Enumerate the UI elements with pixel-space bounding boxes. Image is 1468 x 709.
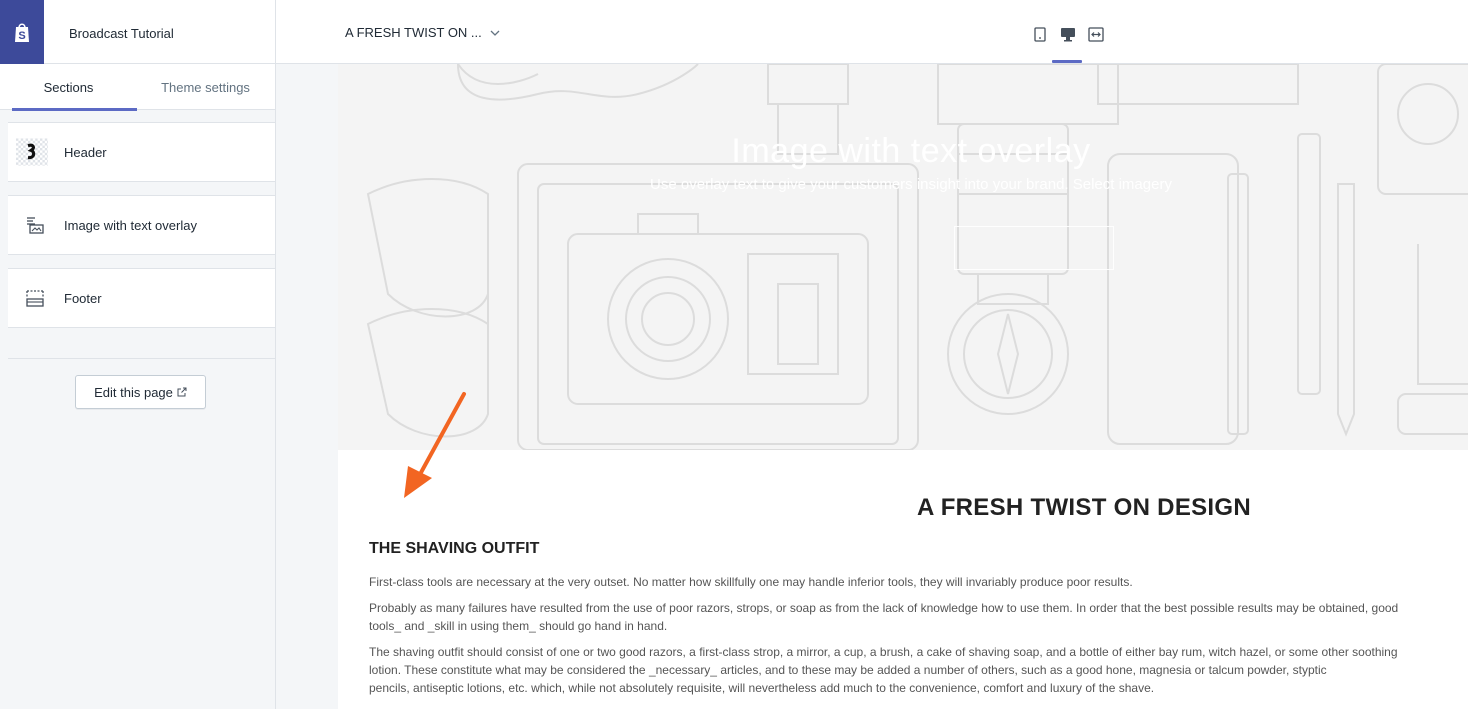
- mobile-view-button[interactable]: [1032, 26, 1048, 42]
- section-item-footer[interactable]: Footer: [8, 268, 275, 328]
- hero-subtitle: Use overlay text to give your customers …: [650, 176, 1172, 193]
- fullscreen-icon: [1088, 26, 1104, 42]
- section-item-label: Image with text overlay: [64, 217, 197, 233]
- tab-theme-settings[interactable]: Theme settings: [137, 64, 274, 110]
- preview-frame: Image with text overlay Use overlay text…: [338, 64, 1468, 709]
- tab-sections-label: Sections: [43, 79, 94, 95]
- paragraph-line: lotion. These constitute what may be con…: [369, 663, 1327, 677]
- paragraph-line: First-class tools are necessary at the v…: [369, 575, 1133, 589]
- active-view-indicator: [1052, 60, 1082, 63]
- image-text-icon: [22, 212, 48, 238]
- tab-theme-settings-label: Theme settings: [161, 79, 250, 95]
- section-item-image-with-text-overlay[interactable]: Image with text overlay: [8, 195, 275, 255]
- external-link-icon: [177, 387, 187, 397]
- divider: [8, 358, 275, 359]
- desktop-icon: [1061, 27, 1075, 41]
- edit-page-button-label: Edit this page: [94, 384, 173, 400]
- hero-button[interactable]: [954, 226, 1114, 270]
- sidebar: Sections Theme settings Header Image wit…: [0, 64, 276, 709]
- hero-title: Image with text overlay: [731, 132, 1091, 170]
- desktop-view-button[interactable]: [1060, 26, 1076, 42]
- paragraph-line: pencils, antiseptic lotions, etc. which,…: [369, 681, 1155, 695]
- paragraph-line: tools_ and _skill in using them_ should …: [369, 619, 668, 633]
- paragraph-line: The shaving outfit should consist of one…: [369, 645, 1398, 659]
- store-name: Broadcast Tutorial: [69, 26, 174, 41]
- header-thumbnail-icon: [16, 138, 48, 166]
- annotation-arrow-icon: [404, 392, 466, 498]
- hero-image-with-text-overlay[interactable]: Image with text overlay Use overlay text…: [338, 64, 1468, 450]
- chevron-down-icon: [490, 30, 500, 36]
- content-subtitle: THE SHAVING OUTFIT: [369, 540, 540, 557]
- paragraph: Probably as many failures have resulted …: [369, 599, 1468, 635]
- mobile-icon: [1034, 26, 1046, 42]
- paragraph: First-class tools are necessary at the v…: [369, 573, 1468, 591]
- content-title: A FRESH TWIST ON DESIGN: [916, 494, 1252, 521]
- line-art-illustration: [366, 64, 1468, 450]
- paragraph-line: Probably as many failures have resulted …: [369, 601, 1399, 615]
- top-bar: S Broadcast Tutorial A FRESH TWIST ON ..…: [0, 0, 1468, 64]
- section-item-header[interactable]: Header: [8, 122, 275, 182]
- edit-page-button[interactable]: Edit this page: [75, 375, 206, 409]
- page-selector-label: A FRESH TWIST ON ...: [345, 25, 482, 40]
- fullscreen-view-button[interactable]: [1088, 26, 1104, 42]
- sidebar-tabs: Sections Theme settings: [0, 64, 275, 111]
- footer-icon: [22, 285, 48, 311]
- section-item-label: Footer: [64, 290, 102, 306]
- theme-preview: Image with text overlay Use overlay text…: [276, 64, 1468, 709]
- shopify-logo[interactable]: S: [0, 0, 44, 64]
- view-toggle-group: [1032, 26, 1104, 42]
- shopping-bag-icon: S: [15, 23, 29, 42]
- tab-sections[interactable]: Sections: [0, 64, 137, 111]
- divider: [275, 0, 276, 64]
- svg-text:S: S: [18, 30, 25, 42]
- page-selector-dropdown[interactable]: A FRESH TWIST ON ...: [345, 25, 500, 40]
- paragraph: The shaving outfit should consist of one…: [369, 643, 1468, 697]
- section-item-label: Header: [64, 144, 107, 160]
